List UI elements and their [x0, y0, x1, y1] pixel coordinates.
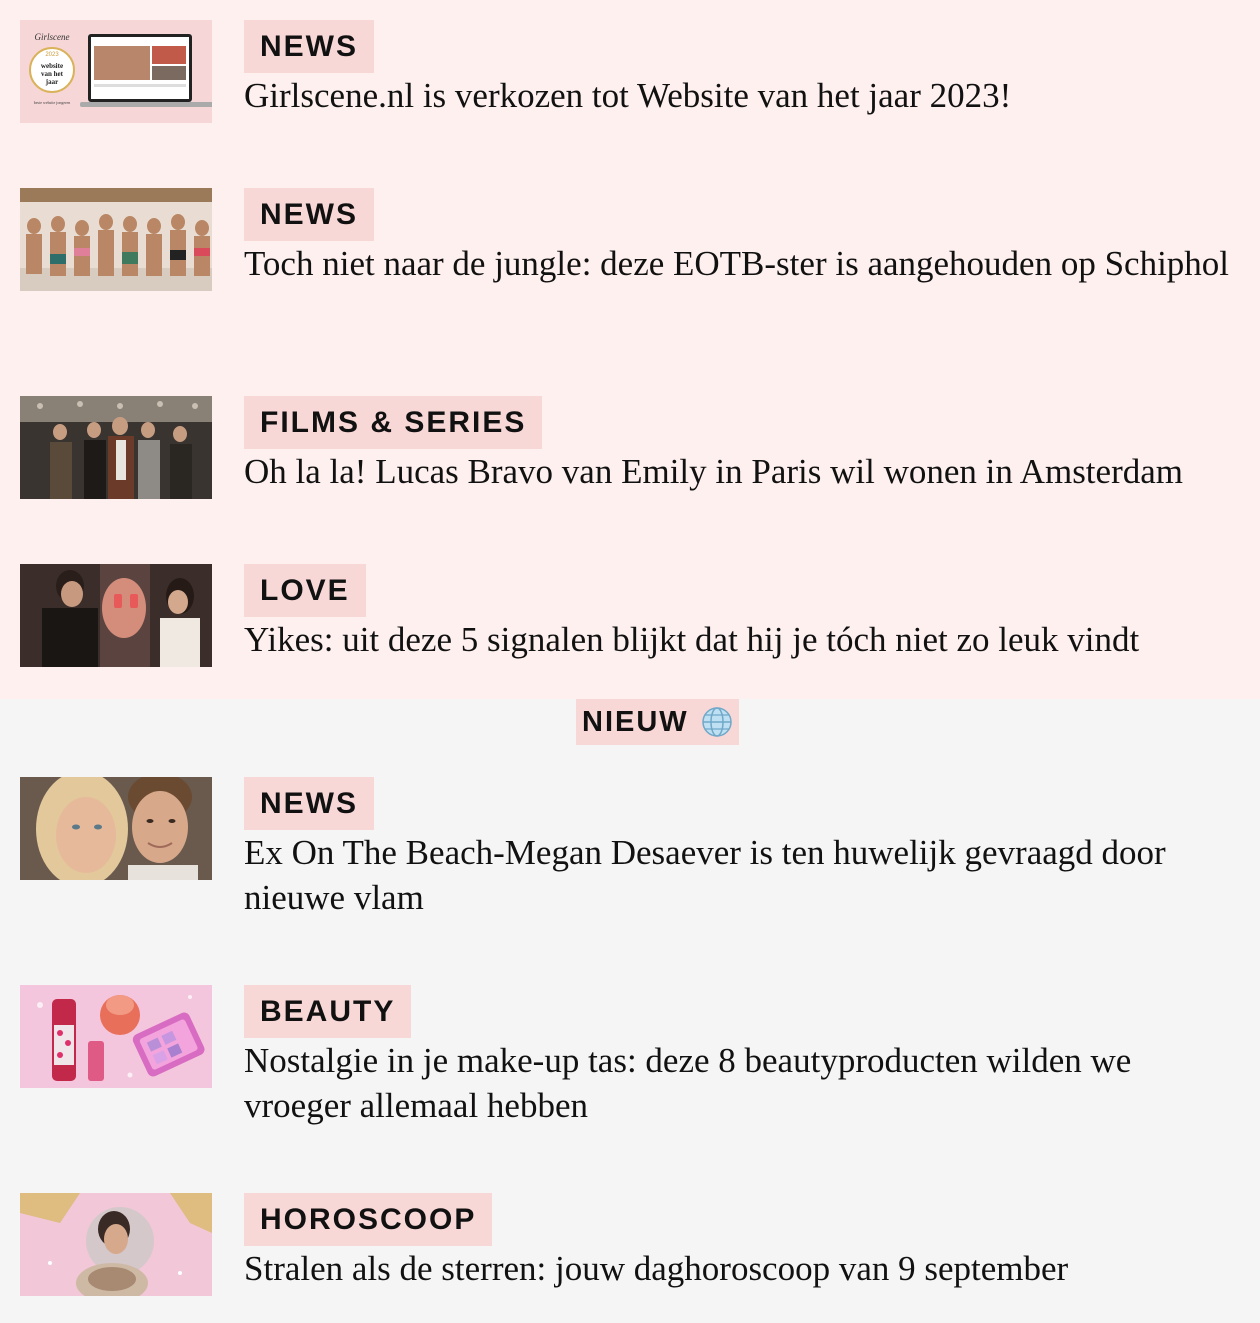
thumb-logo: Girlscene: [35, 32, 70, 42]
article-title[interactable]: Nostalgie in je make-up tas: deze 8 beau…: [244, 1038, 1244, 1128]
article-card[interactable]: NEWS Ex On The Beach-Megan Desaever is t…: [0, 777, 1260, 917]
category-tag[interactable]: BEAUTY: [244, 985, 412, 1038]
article-title[interactable]: Toch niet naar de jungle: deze EOTB-ster…: [244, 241, 1244, 286]
globe-icon: [701, 706, 733, 738]
svg-text:website: website: [41, 62, 63, 70]
category-tag[interactable]: NEWS: [244, 777, 374, 830]
article-card[interactable]: FILMS & SERIES Oh la la! Lucas Bravo van…: [0, 396, 1260, 526]
nieuw-section-label[interactable]: NIEUW: [576, 699, 739, 745]
thumb-caption: beste website jongeren: [34, 100, 70, 105]
article-title[interactable]: Ex On The Beach-Megan Desaever is ten hu…: [244, 830, 1244, 920]
article-card[interactable]: NEWS Toch niet naar de jungle: deze EOTB…: [0, 188, 1260, 318]
article-title[interactable]: Girlscene.nl is verkozen tot Website van…: [244, 73, 1260, 118]
article-thumbnail[interactable]: [20, 396, 212, 499]
category-tag[interactable]: FILMS & SERIES: [244, 396, 543, 449]
category-tag[interactable]: HOROSCOOP: [244, 1193, 493, 1246]
article-title[interactable]: Stralen als de sterren: jouw daghoroscoo…: [244, 1246, 1260, 1291]
article-thumbnail[interactable]: [20, 1193, 212, 1296]
article-card[interactable]: Girlscene 2023 website van het jaar best…: [0, 20, 1260, 150]
article-thumbnail[interactable]: [20, 985, 212, 1088]
svg-text:van het: van het: [41, 70, 64, 78]
article-title[interactable]: Yikes: uit deze 5 signalen blijkt dat hi…: [244, 617, 1260, 662]
article-card[interactable]: LOVE Yikes: uit deze 5 signalen blijkt d…: [0, 564, 1260, 694]
category-tag[interactable]: NEWS: [244, 188, 374, 241]
article-card[interactable]: BEAUTY Nostalgie in je make-up tas: deze…: [0, 985, 1260, 1125]
svg-text:jaar: jaar: [45, 78, 58, 86]
article-thumbnail[interactable]: [20, 188, 212, 291]
article-thumbnail[interactable]: Girlscene 2023 website van het jaar best…: [20, 20, 212, 123]
category-tag[interactable]: NEWS: [244, 20, 374, 73]
thumb-year: 2023: [45, 52, 59, 58]
article-thumbnail[interactable]: [20, 564, 212, 667]
article-title[interactable]: Oh la la! Lucas Bravo van Emily in Paris…: [244, 449, 1260, 494]
article-thumbnail[interactable]: [20, 777, 212, 880]
nieuw-label: NIEUW: [582, 705, 689, 738]
category-tag[interactable]: LOVE: [244, 564, 366, 617]
